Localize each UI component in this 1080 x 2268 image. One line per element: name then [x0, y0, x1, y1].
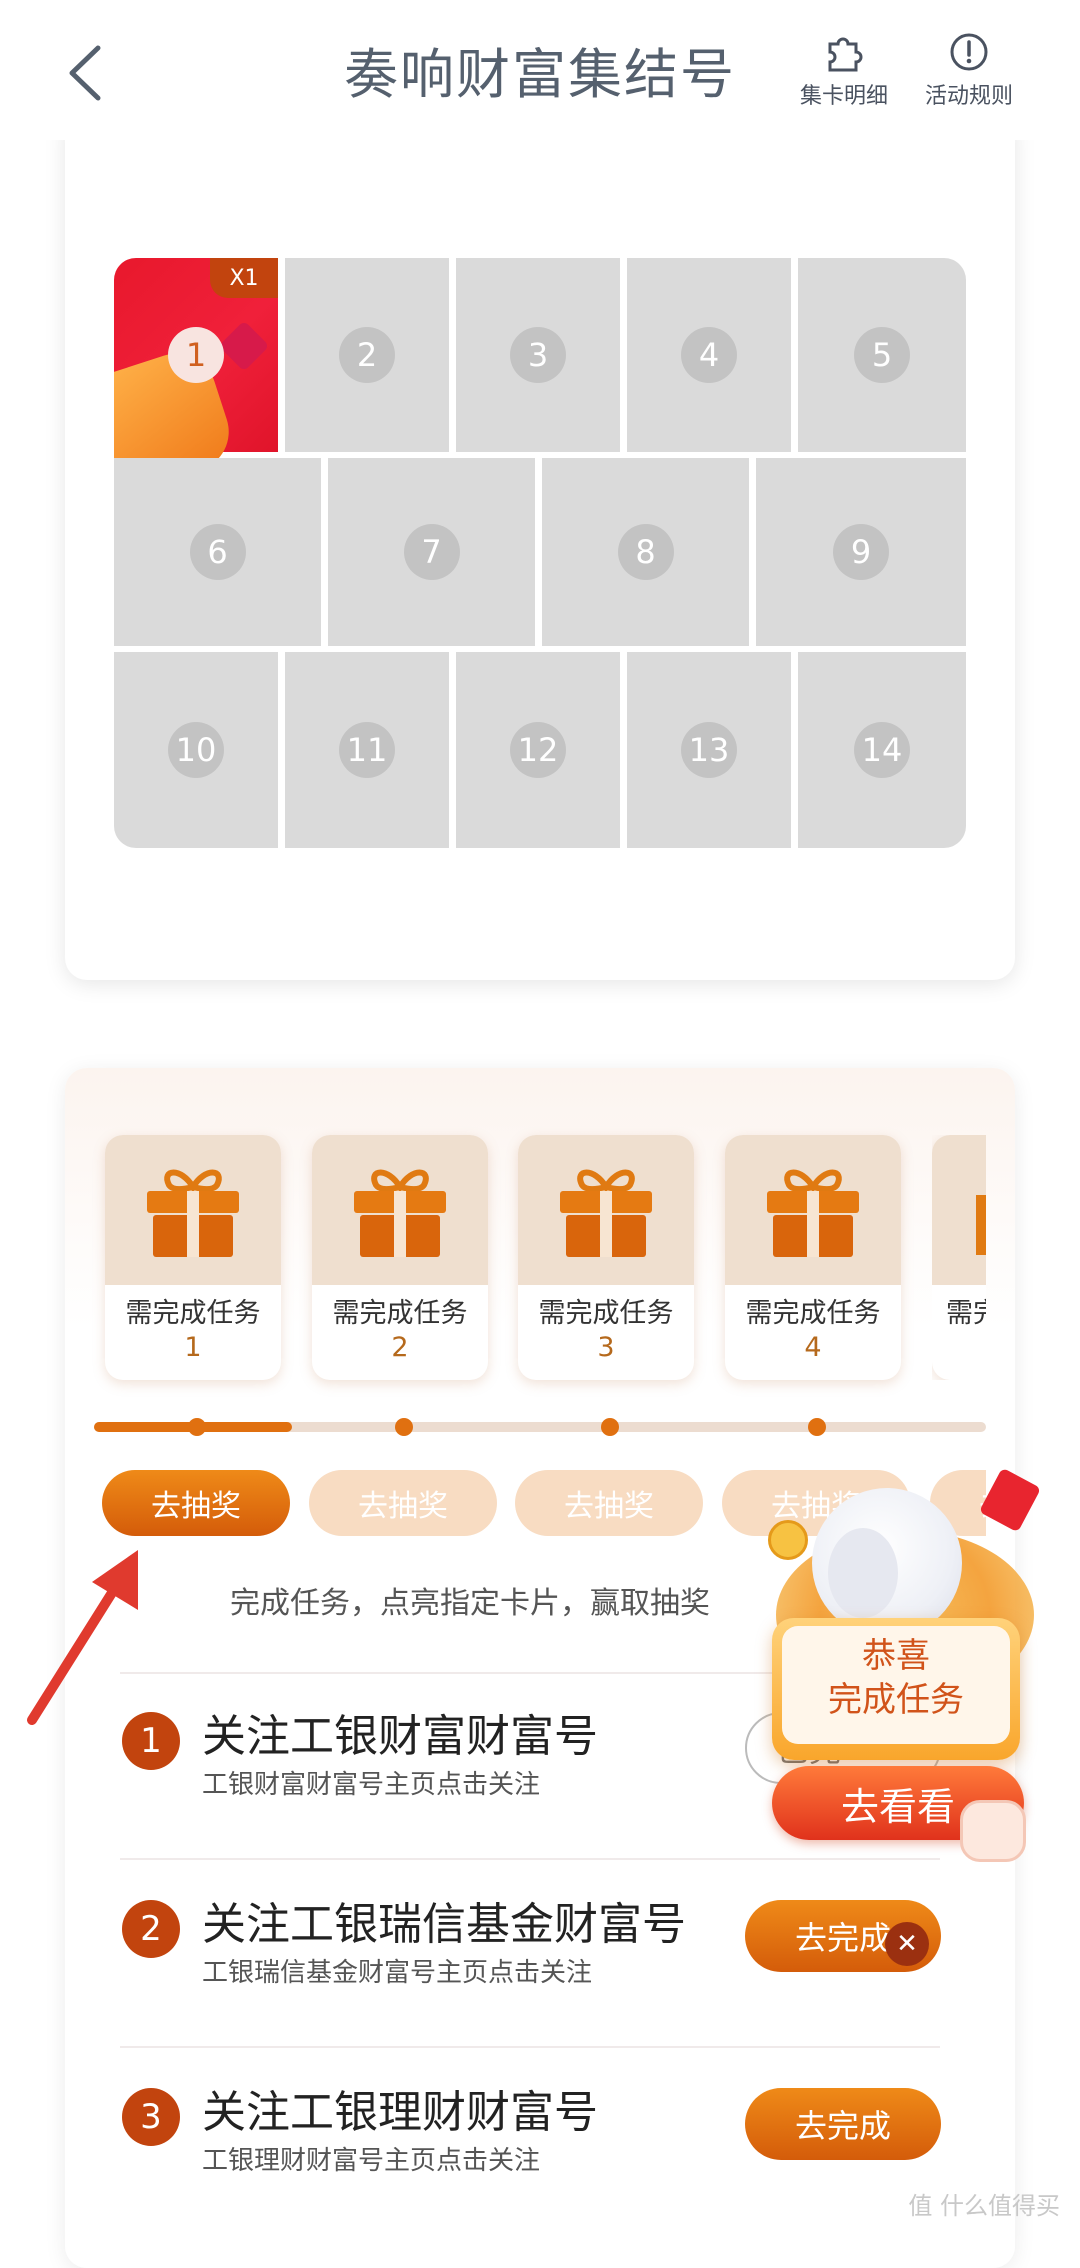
reward-item-5-partial[interactable]: 需完 — [932, 1135, 986, 1380]
progress-dot-3 — [601, 1418, 619, 1436]
reward-need-count: 2 — [391, 1332, 409, 1363]
reward-text: 需完成任务 1 — [105, 1297, 281, 1365]
elephant-mascot-icon — [812, 1488, 962, 1638]
card-number: 8 — [617, 524, 674, 580]
card-art — [218, 320, 270, 372]
page-title: 奏响财富集结号 — [344, 43, 736, 106]
card-number: 6 — [189, 524, 246, 580]
reward-need-count: 3 — [597, 1332, 615, 1363]
task-hint: 完成任务，点亮指定卡片，赢取抽奖 — [230, 1586, 710, 1621]
watermark-text: 值 什么值得买 — [908, 2192, 1060, 2220]
congrats-text: 恭喜 完成任务 — [772, 1634, 1020, 1722]
card-cell-4[interactable]: 4 — [627, 258, 791, 452]
card-cell-1[interactable]: X1 1 — [114, 258, 278, 501]
card-number: 1 — [168, 327, 224, 383]
card-cell-13[interactable]: 13 — [627, 652, 791, 848]
reward-text: 需完成任务 3 — [518, 1297, 694, 1365]
congrats-popup: 恭喜 完成任务 去看看 — [760, 1467, 1070, 1862]
rules-label: 活动规则 — [925, 84, 1014, 109]
task-title: 关注工银瑞信基金财富号 — [202, 1899, 686, 1950]
mascot-ear — [828, 1528, 898, 1618]
task-subtitle: 工银理财财富号主页点击关注 — [202, 2146, 541, 2176]
card-number: 7 — [403, 524, 460, 580]
card-number: 14 — [854, 722, 910, 778]
card-count-badge: X1 — [210, 258, 278, 298]
card-number: 4 — [681, 327, 737, 383]
card-cell-5[interactable]: 5 — [798, 258, 966, 452]
reward-need-label: 需完成任务 — [538, 1298, 674, 1329]
card-number: 2 — [339, 327, 395, 383]
red-envelope-icon — [978, 1467, 1042, 1533]
task-subtitle: 工银财富财富号主页点击关注 — [202, 1770, 541, 1800]
close-icon[interactable]: ✕ — [885, 1922, 929, 1966]
card-number: 3 — [510, 327, 566, 383]
cards-detail-button[interactable]: 集卡明细 — [800, 30, 888, 110]
reward-item-1[interactable]: 需完成任务 1 — [105, 1135, 281, 1380]
progress-track — [94, 1422, 986, 1432]
task-item-3: 3 关注工银理财财富号 工银理财财富号主页点击关注 去完成 — [120, 2068, 970, 2218]
card-number: 13 — [681, 722, 737, 778]
reward-item-4[interactable]: 需完成任务 4 — [725, 1135, 901, 1380]
gift-icon — [767, 1169, 859, 1257]
reward-need-label: 需完成任务 — [745, 1298, 881, 1329]
reward-need-count: 4 — [804, 1332, 822, 1363]
reward-need-label: 需完 — [946, 1298, 986, 1329]
cards-detail-label: 集卡明细 — [800, 84, 889, 109]
card-number: 11 — [339, 722, 395, 778]
gift-icon — [560, 1169, 652, 1257]
congrats-card: 恭喜 完成任务 — [772, 1618, 1020, 1760]
card-cell-8[interactable]: 8 — [542, 458, 749, 646]
card-cell-10[interactable]: 10 — [114, 652, 278, 848]
reward-item-5: 需完 — [932, 1135, 986, 1380]
rules-button[interactable]: 活动规则 — [925, 30, 1013, 110]
task-title: 关注工银财富财富号 — [202, 1711, 598, 1762]
reward-need-count: 1 — [184, 1332, 202, 1363]
task-number-badge: 3 — [122, 2088, 180, 2146]
reward-need-label: 需完成任务 — [332, 1298, 468, 1329]
task-item-2: 2 关注工银瑞信基金财富号 工银瑞信基金财富号主页点击关注 去完成 — [120, 1880, 970, 2030]
progress-dot-1 — [188, 1418, 206, 1436]
gift-icon — [147, 1169, 239, 1257]
task-subtitle: 工银瑞信基金财富号主页点击关注 — [202, 1958, 593, 1988]
task-number-badge: 2 — [122, 1900, 180, 1958]
congrats-line-2: 完成任务 — [828, 1680, 964, 1720]
divider — [120, 2046, 940, 2048]
arrow-icon — [27, 1550, 138, 1725]
progress-dot-4 — [808, 1418, 826, 1436]
progress-dot-2 — [395, 1418, 413, 1436]
card-cell-3[interactable]: 3 — [456, 258, 620, 452]
card-grid: X1 1 2 3 4 5 6 7 8 9 10 11 12 13 14 — [114, 258, 966, 848]
card-cell-2[interactable]: 2 — [285, 258, 449, 452]
card-number: 9 — [833, 524, 889, 580]
task-go-button[interactable]: 去完成 — [745, 2088, 941, 2160]
draw-button-2[interactable]: 去抽奖 — [309, 1470, 497, 1536]
card-cell-14[interactable]: 14 — [798, 652, 966, 848]
reward-need-label: 需完成任务 — [125, 1298, 261, 1329]
card-cell-11[interactable]: 11 — [285, 652, 449, 848]
draw-button-1[interactable]: 去抽奖 — [102, 1470, 290, 1536]
coin-icon — [768, 1520, 808, 1560]
reward-item-2[interactable]: 需完成任务 2 — [312, 1135, 488, 1380]
card-number: 10 — [168, 722, 224, 778]
gift-icon — [354, 1169, 446, 1257]
pointing-hand-icon — [960, 1800, 1026, 1862]
card-number: 12 — [510, 722, 566, 778]
reward-text: 需完成任务 2 — [312, 1297, 488, 1365]
puzzle-icon — [828, 37, 863, 72]
card-cell-12[interactable]: 12 — [456, 652, 620, 848]
reward-text: 需完成任务 4 — [725, 1297, 901, 1365]
reward-item-3[interactable]: 需完成任务 3 — [518, 1135, 694, 1380]
gift-icon — [976, 1195, 986, 1255]
info-circle-icon — [950, 33, 988, 71]
draw-button-3[interactable]: 去抽奖 — [515, 1470, 703, 1536]
congrats-line-1: 恭喜 — [862, 1636, 930, 1676]
card-cell-6[interactable]: 6 — [114, 458, 321, 646]
header: 奏响财富集结号 集卡明细 活动规则 — [0, 0, 1080, 140]
card-cell-9[interactable]: 9 — [756, 458, 966, 646]
task-title: 关注工银理财财富号 — [202, 2087, 598, 2138]
card-cell-7[interactable]: 7 — [328, 458, 535, 646]
card-number: 5 — [854, 327, 910, 383]
